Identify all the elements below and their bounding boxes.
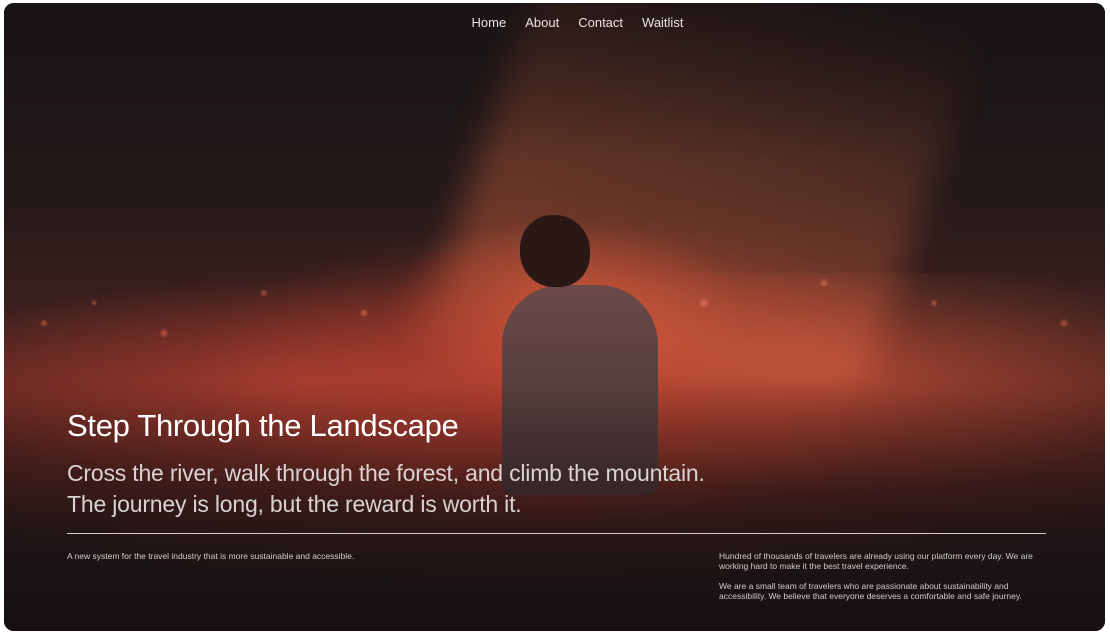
hero-subtitle: Cross the river, walk through the forest…	[67, 460, 705, 517]
nav-link-home[interactable]: Home	[472, 15, 507, 31]
footer-description: Hundred of thousands of travelers are al…	[719, 551, 1049, 611]
footer-paragraph-team: We are a small team of travelers who are…	[719, 581, 1022, 601]
top-nav: Home About Contact Waitlist	[27, 15, 1105, 31]
page-frame: Home About Contact Waitlist Step Through…	[4, 3, 1105, 631]
hero-background-image	[4, 3, 1105, 631]
nav-link-waitlist[interactable]: Waitlist	[642, 15, 683, 31]
footer-tagline: A new system for the travel industry tha…	[67, 551, 355, 561]
vignette-overlay	[4, 3, 1105, 631]
nav-link-contact[interactable]: Contact	[578, 15, 623, 31]
footer-paragraph-users: Hundred of thousands of travelers are al…	[719, 551, 1033, 571]
nav-link-about[interactable]: About	[525, 15, 559, 31]
hero-title: Step Through the Landscape	[67, 408, 459, 443]
footer-divider	[67, 533, 1046, 534]
